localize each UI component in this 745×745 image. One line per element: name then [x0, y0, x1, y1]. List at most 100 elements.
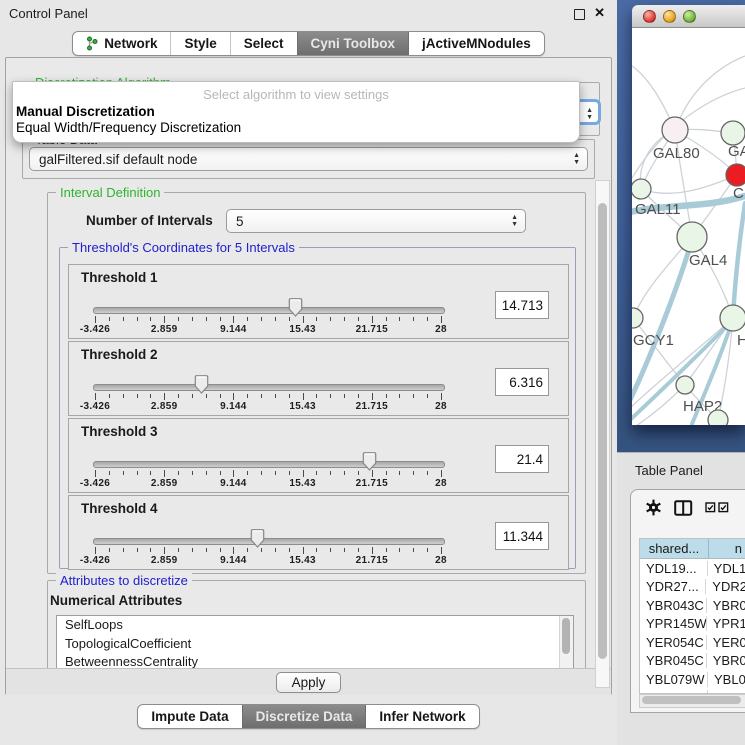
network-node-gcy1[interactable] — [632, 308, 643, 328]
slider-handle-icon[interactable] — [250, 529, 265, 548]
network-edge — [641, 175, 737, 193]
tab-discretize-data[interactable]: Discretize Data — [242, 705, 366, 728]
numerical-attributes-label: Numerical Attributes — [50, 593, 182, 608]
tab-label: Network — [104, 36, 157, 51]
tab-infer-network[interactable]: Infer Network — [365, 705, 478, 728]
float-panel-icon[interactable] — [574, 9, 585, 20]
attribute-item[interactable]: TopologicalCoefficient — [57, 635, 573, 654]
column-header-name[interactable]: n — [709, 539, 745, 558]
apply-strip: Apply — [6, 668, 611, 695]
dropdown-option-equal-width[interactable]: Equal Width/Frequency Discretization — [16, 120, 241, 135]
right-region: GAL80GACGAL11GAL4GCY1HHAP2 Table Panel — [617, 0, 745, 745]
slider-handle-icon[interactable] — [362, 452, 377, 471]
attributes-group: Attributes to discretize Numerical Attri… — [47, 580, 586, 673]
number-of-intervals-combobox[interactable]: 5 ▲▼ — [226, 209, 526, 233]
slider-handle-icon[interactable] — [194, 375, 209, 394]
tab-jactivemnodules[interactable]: jActiveMNodules — [408, 32, 544, 55]
scrollbar-thumb[interactable] — [642, 696, 741, 704]
cell-name[interactable]: YDL1 — [708, 561, 745, 576]
table-row[interactable]: YER054CYER0 — [640, 633, 745, 652]
threshold-panel: Threshold 2 -3.4262.8599.14415.4321.7152… — [68, 341, 569, 416]
tab-label: Infer Network — [379, 709, 465, 724]
cell-shared-name[interactable]: YBR043C — [640, 598, 707, 613]
cell-name[interactable]: YBL0 — [708, 672, 745, 687]
cell-name[interactable]: YER0 — [707, 635, 745, 650]
network-graph[interactable]: GAL80GACGAL11GAL4GCY1HHAP2 — [632, 28, 745, 425]
node-table[interactable]: shared... n YDL19...YDL1YDR27...YDR2YBR0… — [639, 538, 745, 694]
slider-track[interactable] — [93, 538, 445, 545]
attributes-group-label: Attributes to discretize — [56, 573, 192, 588]
algorithm-dropdown-popup: Select algorithm to view settings Manual… — [12, 81, 580, 143]
cell-shared-name[interactable]: YDR27... — [640, 579, 706, 594]
threshold-value-input[interactable] — [495, 445, 549, 473]
column-header-shared-name[interactable]: shared... — [640, 539, 709, 558]
numerical-attributes-list[interactable]: SelfLoopsTopologicalCoefficientBetweenne… — [56, 615, 574, 671]
slider-track[interactable] — [93, 307, 445, 314]
cell-name[interactable]: YBR0 — [707, 598, 745, 613]
table-row[interactable]: YDR27...YDR2 — [640, 578, 745, 597]
gear-icon[interactable] — [645, 499, 662, 516]
zoom-traffic-light-icon[interactable] — [683, 10, 696, 23]
thresholds-group-label: Threshold's Coordinates for 5 Intervals — [68, 240, 299, 255]
tab-cyni-toolbox[interactable]: Cyni Toolbox — [297, 32, 409, 55]
cell-shared-name[interactable]: YPR145W — [640, 616, 707, 631]
cell-shared-name[interactable]: YDL19... — [640, 561, 708, 576]
network-node-ga[interactable] — [721, 121, 745, 145]
close-traffic-light-icon[interactable] — [643, 10, 656, 23]
scrollbar-thumb[interactable] — [598, 203, 607, 659]
table-row[interactable]: YBR043CYBR0 — [640, 596, 745, 615]
node-label: H — [737, 332, 745, 349]
cell-shared-name[interactable]: YER054C — [640, 635, 707, 650]
threshold-value-input[interactable] — [495, 291, 549, 319]
split-view-icon[interactable] — [674, 500, 693, 516]
close-icon[interactable]: ✕ — [594, 5, 605, 21]
attribute-item[interactable]: SelfLoops — [57, 616, 573, 635]
network-node-h[interactable] — [720, 305, 745, 331]
threshold-label: Threshold 3 — [81, 424, 158, 439]
network-node-gal80[interactable] — [662, 117, 688, 143]
attributes-scrollbar[interactable] — [559, 616, 573, 670]
network-window-titlebar[interactable] — [632, 5, 745, 28]
network-node-gal11[interactable] — [632, 179, 651, 199]
table-data-combobox[interactable]: galFiltered.sif default node ▲▼ — [29, 147, 588, 171]
bottom-tab-row: Impute DataDiscretize Data Infer Network — [0, 704, 617, 729]
table-row[interactable]: YPR145WYPR1 — [640, 615, 745, 634]
slider-handle-icon[interactable] — [288, 298, 303, 317]
tab-select[interactable]: Select — [230, 32, 297, 55]
tab-style[interactable]: Style — [170, 32, 229, 55]
settings-scrollbar[interactable] — [595, 180, 610, 688]
table-row[interactable]: YDL19...YDL1 — [640, 559, 745, 578]
network-canvas[interactable]: GAL80GACGAL11GAL4GCY1HHAP2 — [632, 28, 745, 425]
network-node-hap2[interactable] — [676, 376, 694, 394]
number-of-intervals-label: Number of Intervals — [86, 213, 213, 228]
table-row[interactable]: YBR045CYBR0 — [640, 652, 745, 671]
cell-shared-name[interactable]: YBR045C — [640, 653, 707, 668]
scrollbar-thumb[interactable] — [562, 618, 570, 654]
select-columns-icon[interactable] — [705, 502, 729, 513]
threshold-label: Threshold 1 — [81, 270, 158, 285]
tab-network[interactable]: Network — [73, 32, 170, 55]
table-horizontal-scrollbar[interactable] — [639, 694, 745, 708]
tab-label: Style — [184, 36, 216, 51]
threshold-value-input[interactable] — [495, 522, 549, 550]
threshold-value-input[interactable] — [495, 368, 549, 396]
tab-impute-data[interactable]: Impute Data — [138, 705, 241, 728]
cell-shared-name[interactable]: YBL079W — [640, 672, 708, 687]
cell-name[interactable]: YBR0 — [707, 653, 745, 668]
slider-track[interactable] — [93, 384, 445, 391]
apply-button[interactable]: Apply — [276, 672, 342, 693]
top-tabs: Network Style SelectCyni ToolboxjActiveMNo… — [72, 31, 545, 56]
slider-track[interactable] — [93, 461, 445, 468]
table-row[interactable]: YBL079WYBL0 — [640, 670, 745, 689]
table-panel-body: shared... n YDL19...YDL1YDR27...YDR2YBR0… — [630, 489, 745, 713]
dropdown-option-manual-discretization[interactable]: Manual Discretization — [16, 104, 155, 119]
top-tab-row: Network Style SelectCyni ToolboxjActiveMNo… — [0, 31, 617, 56]
checkbox-icon — [718, 502, 729, 513]
cell-name[interactable]: YDR2 — [706, 579, 745, 594]
network-node[interactable] — [708, 410, 728, 425]
network-node-gal4[interactable] — [677, 222, 707, 252]
minimize-traffic-light-icon[interactable] — [663, 10, 676, 23]
network-node-c[interactable] — [726, 164, 745, 186]
node-label: GA — [728, 143, 745, 160]
cell-name[interactable]: YPR1 — [707, 616, 745, 631]
